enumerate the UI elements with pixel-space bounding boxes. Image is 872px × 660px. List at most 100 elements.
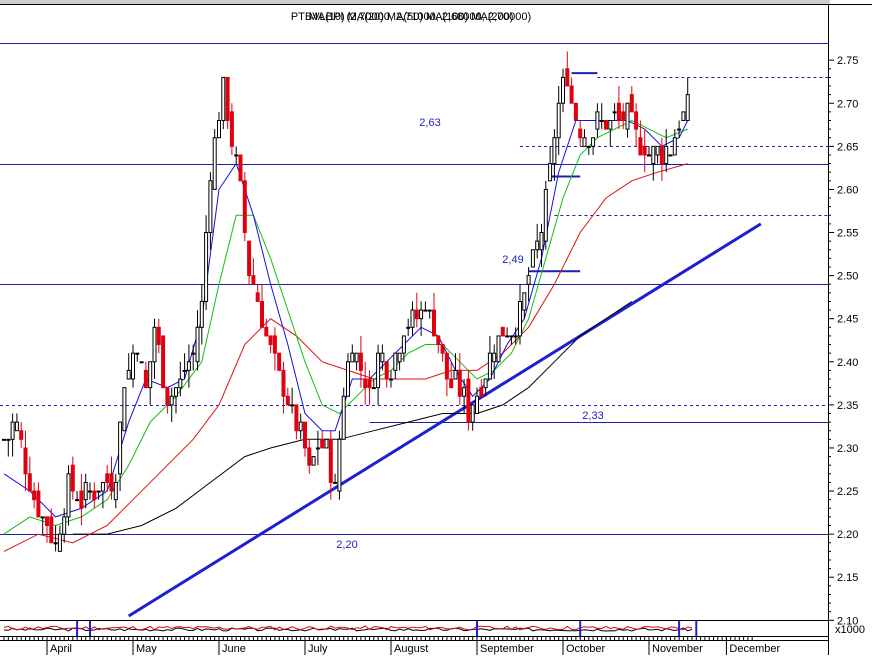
candle-body bbox=[191, 352, 196, 355]
month-label: June bbox=[222, 643, 246, 655]
price-chart: MA(10) MA(20) MA(50) MA(100) MA(200) PTB… bbox=[0, 0, 872, 655]
candle-body bbox=[221, 76, 226, 121]
candle-body bbox=[363, 378, 368, 389]
candle-body bbox=[333, 481, 338, 484]
candle-body bbox=[457, 369, 462, 397]
candle-body bbox=[406, 326, 411, 329]
candle-body bbox=[401, 335, 406, 354]
candle-body bbox=[62, 516, 67, 535]
candle-body bbox=[376, 352, 381, 389]
y-tick-label: 2.60 bbox=[837, 184, 858, 196]
candle-body bbox=[561, 76, 565, 104]
candle-body bbox=[647, 154, 651, 157]
candle-body bbox=[139, 361, 144, 364]
candle-body bbox=[548, 163, 553, 182]
candle-body bbox=[664, 145, 669, 165]
candle-body bbox=[6, 438, 11, 441]
candle-body bbox=[66, 473, 71, 518]
candle-body bbox=[487, 352, 492, 380]
candle-body bbox=[135, 352, 140, 355]
candle-body bbox=[655, 145, 660, 156]
level-annotation-label: 2,33 bbox=[582, 410, 603, 422]
y-tick-label: 2.40 bbox=[837, 357, 858, 369]
candle-body bbox=[582, 137, 587, 147]
candle-body bbox=[251, 275, 256, 285]
candle-body bbox=[475, 395, 479, 414]
candle-body bbox=[518, 300, 522, 337]
month-label: July bbox=[308, 643, 328, 655]
candle-body bbox=[234, 154, 239, 157]
candle-body bbox=[591, 137, 596, 147]
month-label: August bbox=[394, 643, 428, 655]
candle-body bbox=[367, 378, 372, 389]
month-label: May bbox=[136, 643, 157, 655]
candle-body bbox=[350, 352, 355, 363]
candle-body bbox=[32, 490, 37, 501]
candle-body bbox=[169, 395, 174, 406]
candle-body bbox=[522, 292, 527, 311]
level-annotation-label: 2,63 bbox=[419, 117, 440, 129]
month-label: December bbox=[729, 643, 780, 655]
candle-body bbox=[298, 421, 303, 432]
candle-body bbox=[505, 335, 510, 338]
month-label: September bbox=[480, 643, 534, 655]
chart-window: MA(10) MA(20) MA(50) MA(100) MA(200) PTB… bbox=[0, 0, 872, 655]
y-tick-label: 2.50 bbox=[837, 271, 858, 283]
candle-body bbox=[466, 378, 471, 423]
candle-body bbox=[14, 421, 19, 432]
candle-body bbox=[290, 404, 295, 407]
candle-body bbox=[195, 326, 200, 363]
candle-body bbox=[186, 361, 191, 371]
candle-body bbox=[118, 421, 123, 475]
candle-body bbox=[122, 387, 127, 432]
candle-body bbox=[427, 309, 432, 312]
candle-body bbox=[19, 430, 24, 440]
candle-body bbox=[672, 137, 677, 156]
candle-body bbox=[565, 68, 570, 87]
candle-body bbox=[264, 326, 269, 337]
candle-body bbox=[608, 119, 613, 130]
candle-body bbox=[92, 490, 97, 501]
y-tick-label: 2.70 bbox=[837, 98, 858, 110]
candle-body bbox=[397, 352, 402, 363]
y-tick-label: 2.65 bbox=[837, 141, 858, 153]
candle-body bbox=[324, 438, 329, 449]
candle-body bbox=[677, 128, 682, 131]
candle-body bbox=[109, 473, 114, 492]
candle-body bbox=[595, 111, 600, 130]
candle-body bbox=[354, 352, 359, 363]
y-tick-label: 2.15 bbox=[837, 572, 858, 584]
level-annotation-label: 2,49 bbox=[502, 254, 523, 266]
candle-body bbox=[229, 111, 234, 147]
candle-body bbox=[242, 180, 247, 234]
y-tick-label: 2.55 bbox=[837, 228, 858, 240]
candle-body bbox=[526, 275, 531, 285]
candle-body bbox=[83, 481, 88, 501]
level-annotation-label: 2,20 bbox=[336, 539, 357, 551]
candle-body bbox=[260, 300, 264, 328]
candle-body bbox=[685, 94, 690, 121]
candle-body bbox=[432, 309, 436, 337]
candle-body bbox=[96, 490, 101, 493]
candle-body bbox=[45, 516, 49, 527]
candle-body bbox=[113, 481, 118, 501]
candle-body bbox=[492, 352, 497, 363]
candle-body bbox=[479, 387, 484, 397]
candle-body bbox=[152, 326, 157, 363]
candle-body bbox=[453, 369, 458, 380]
volume-multiplier-label: x1000 bbox=[835, 624, 865, 636]
candle-body bbox=[599, 119, 604, 122]
candle-body bbox=[384, 361, 389, 380]
candle-body bbox=[268, 335, 273, 346]
y-tick-label: 2.25 bbox=[837, 486, 858, 498]
candle-body bbox=[294, 404, 299, 432]
candle-body bbox=[483, 378, 488, 389]
candle-body bbox=[204, 232, 209, 302]
candle-body bbox=[440, 344, 445, 354]
candle-body bbox=[217, 119, 221, 139]
candle-body bbox=[315, 447, 320, 450]
candle-body bbox=[642, 145, 647, 156]
candle-body bbox=[604, 119, 608, 130]
candle-body bbox=[70, 464, 75, 492]
candle-body bbox=[444, 352, 449, 380]
